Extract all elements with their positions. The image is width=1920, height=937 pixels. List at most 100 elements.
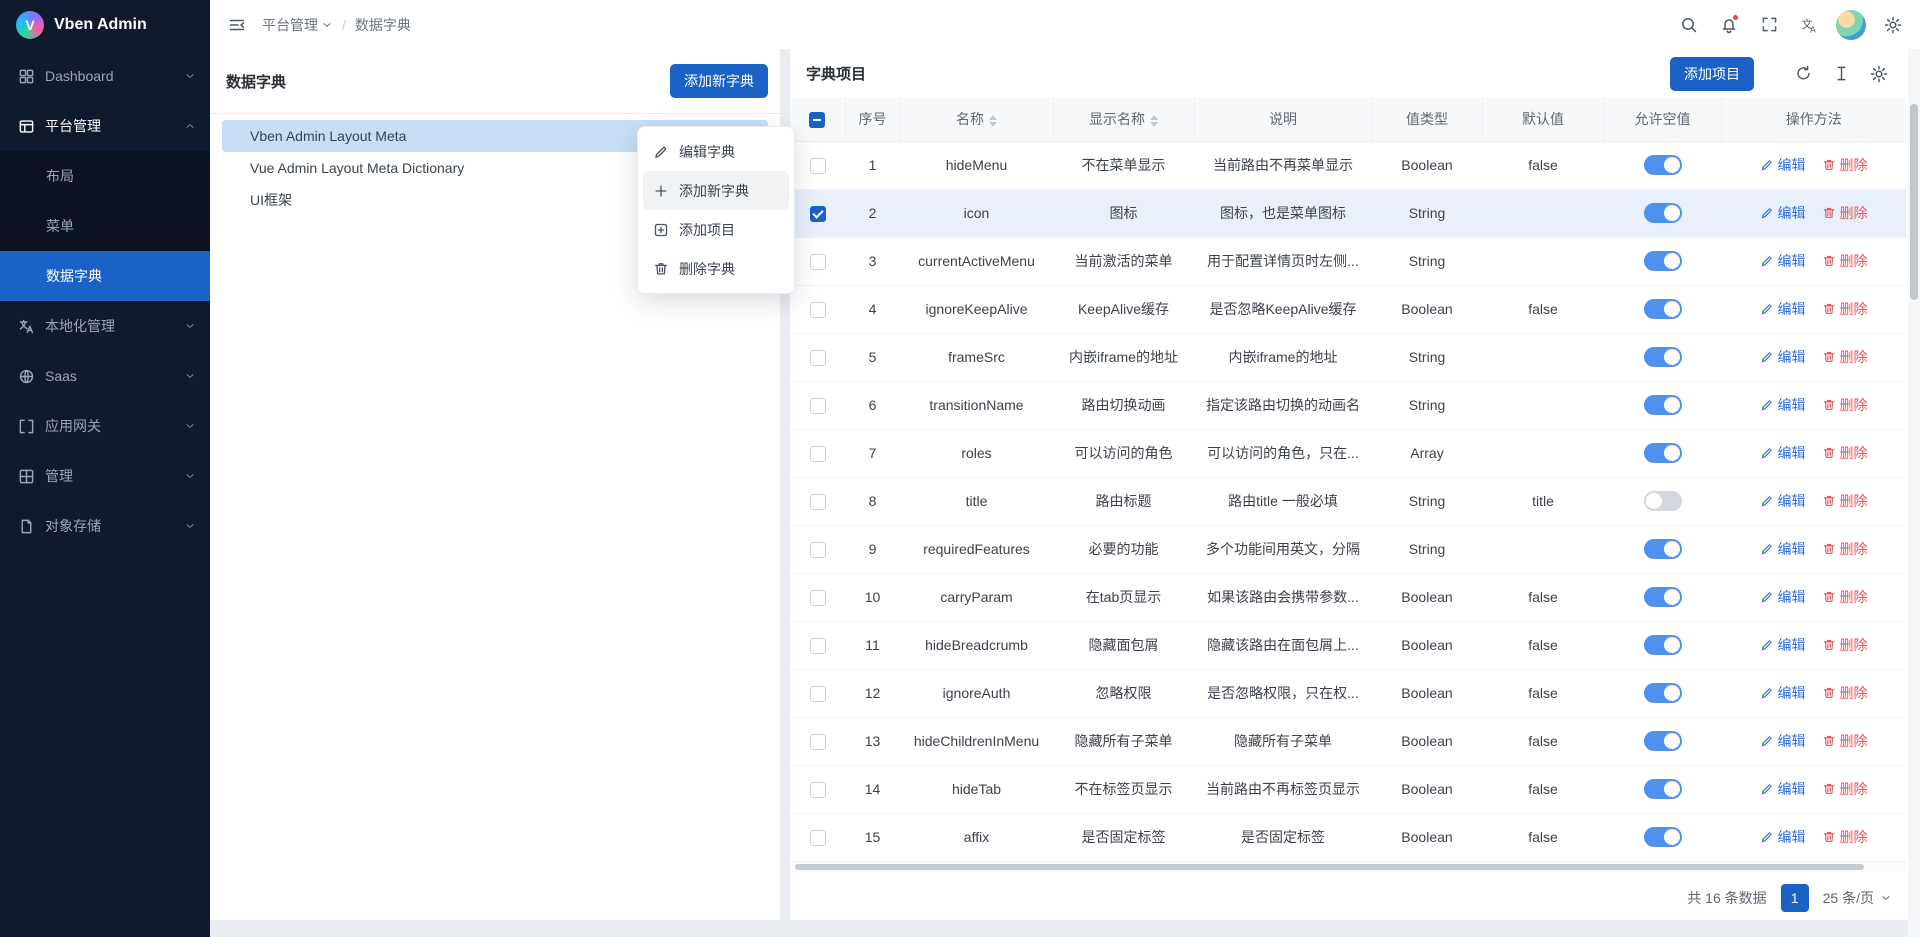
nullable-toggle[interactable] — [1644, 683, 1682, 703]
pagination-page-1[interactable]: 1 — [1781, 884, 1809, 912]
nullable-toggle[interactable] — [1644, 587, 1682, 607]
row-checkbox[interactable] — [810, 158, 826, 174]
settings-gear-icon[interactable] — [1876, 8, 1910, 42]
row-checkbox[interactable] — [810, 254, 826, 270]
edit-row-button[interactable]: 编辑 — [1760, 347, 1806, 367]
nullable-toggle[interactable] — [1644, 251, 1682, 271]
row-checkbox[interactable] — [810, 494, 826, 510]
sidebar-item-admin[interactable]: 管理 — [0, 451, 210, 501]
delete-row-button[interactable]: 删除 — [1822, 155, 1868, 175]
edit-row-button[interactable]: 编辑 — [1760, 443, 1806, 463]
nullable-toggle[interactable] — [1644, 827, 1682, 847]
edit-row-button[interactable]: 编辑 — [1760, 203, 1806, 223]
cell-display-name: 必要的功能 — [1053, 525, 1194, 573]
refresh-icon[interactable] — [1788, 59, 1818, 89]
row-height-icon[interactable] — [1826, 59, 1856, 89]
row-checkbox[interactable] — [810, 542, 826, 558]
delete-row-button[interactable]: 删除 — [1822, 539, 1868, 559]
edit-row-button[interactable]: 编辑 — [1760, 299, 1806, 319]
nullable-toggle[interactable] — [1644, 347, 1682, 367]
breadcrumb-item-platform[interactable]: 平台管理 — [262, 15, 333, 35]
delete-row-button[interactable]: 删除 — [1822, 203, 1868, 223]
edit-row-button[interactable]: 编辑 — [1760, 635, 1806, 655]
delete-row-button[interactable]: 删除 — [1822, 683, 1868, 703]
delete-row-button[interactable]: 删除 — [1822, 251, 1868, 271]
edit-row-button[interactable]: 编辑 — [1760, 395, 1806, 415]
context-menu-item-add-item[interactable]: 添加项目 — [643, 210, 789, 249]
avatar[interactable] — [1836, 10, 1866, 40]
horizontal-scrollbar[interactable] — [792, 862, 1906, 872]
nullable-toggle[interactable] — [1644, 635, 1682, 655]
delete-row-button[interactable]: 删除 — [1822, 827, 1868, 847]
nullable-toggle[interactable] — [1644, 443, 1682, 463]
row-checkbox[interactable] — [810, 638, 826, 654]
search-icon[interactable] — [1672, 8, 1706, 42]
sidebar-item-dashboard[interactable]: Dashboard — [0, 51, 210, 101]
row-checkbox[interactable] — [810, 446, 826, 462]
add-item-button[interactable]: 添加项目 — [1670, 57, 1754, 91]
sidebar-item-platform[interactable]: 平台管理 — [0, 101, 210, 151]
add-dict-button[interactable]: 添加新字典 — [670, 64, 768, 98]
page-size-select[interactable]: 25 条/页 — [1823, 888, 1892, 908]
row-checkbox[interactable] — [810, 350, 826, 366]
table-header-col[interactable]: 显示名称 — [1053, 98, 1194, 141]
delete-row-button[interactable]: 删除 — [1822, 299, 1868, 319]
edit-row-button[interactable]: 编辑 — [1760, 491, 1806, 511]
edit-row-button[interactable]: 编辑 — [1760, 539, 1806, 559]
sidebar-item-storage[interactable]: 对象存储 — [0, 501, 210, 551]
delete-row-button[interactable]: 删除 — [1822, 587, 1868, 607]
delete-row-button[interactable]: 删除 — [1822, 491, 1868, 511]
context-menu-item-delete-dict[interactable]: 删除字典 — [643, 249, 789, 288]
row-checkbox[interactable] — [810, 830, 826, 846]
vertical-scrollbar[interactable] — [1908, 49, 1920, 937]
table-header-col[interactable]: 名称 — [900, 98, 1053, 141]
row-checkbox[interactable] — [810, 686, 826, 702]
edit-row-button[interactable]: 编辑 — [1760, 251, 1806, 271]
sidebar-item-locale[interactable]: 本地化管理 — [0, 301, 210, 351]
nullable-toggle[interactable] — [1644, 539, 1682, 559]
settings-gear-icon[interactable] — [1864, 59, 1894, 89]
nullable-toggle[interactable] — [1644, 395, 1682, 415]
edit-row-button[interactable]: 编辑 — [1760, 683, 1806, 703]
edit-row-button[interactable]: 编辑 — [1760, 827, 1806, 847]
nullable-toggle[interactable] — [1644, 155, 1682, 175]
delete-row-button[interactable]: 删除 — [1822, 443, 1868, 463]
sidebar-item-gateway[interactable]: 应用网关 — [0, 401, 210, 451]
delete-row-button[interactable]: 删除 — [1822, 395, 1868, 415]
edit-row-button[interactable]: 编辑 — [1760, 587, 1806, 607]
sidebar-subitem-data-dict[interactable]: 数据字典 — [0, 251, 210, 301]
sort-carets-icon[interactable] — [989, 115, 997, 127]
row-checkbox[interactable] — [810, 398, 826, 414]
delete-row-button[interactable]: 删除 — [1822, 731, 1868, 751]
translate-icon[interactable]: 文A — [1792, 8, 1826, 42]
delete-row-button[interactable]: 删除 — [1822, 347, 1868, 367]
nullable-toggle[interactable] — [1644, 203, 1682, 223]
context-menu-item-edit-dict[interactable]: 编辑字典 — [643, 132, 789, 171]
nullable-toggle[interactable] — [1644, 779, 1682, 799]
row-checkbox[interactable] — [810, 734, 826, 750]
logo[interactable]: V Vben Admin — [0, 0, 210, 49]
row-checkbox[interactable] — [810, 302, 826, 318]
sidebar-subitem-layout[interactable]: 布局 — [0, 151, 210, 201]
sort-carets-icon[interactable] — [1150, 115, 1158, 127]
nullable-toggle[interactable] — [1644, 299, 1682, 319]
fullscreen-icon[interactable] — [1752, 8, 1786, 42]
context-menu-item-add-dict[interactable]: 添加新字典 — [643, 171, 789, 210]
row-checkbox[interactable] — [810, 206, 826, 222]
horizontal-scrollbar-thumb[interactable] — [795, 864, 1864, 870]
menu-fold-icon[interactable] — [220, 8, 254, 42]
edit-row-button[interactable]: 编辑 — [1760, 155, 1806, 175]
sidebar-subitem-menu[interactable]: 菜单 — [0, 201, 210, 251]
delete-row-button[interactable]: 删除 — [1822, 635, 1868, 655]
sidebar-item-saas[interactable]: Saas — [0, 351, 210, 401]
vertical-scrollbar-thumb[interactable] — [1910, 104, 1918, 300]
notification-bell-icon[interactable] — [1712, 8, 1746, 42]
edit-row-button[interactable]: 编辑 — [1760, 779, 1806, 799]
row-checkbox[interactable] — [810, 590, 826, 606]
select-all-checkbox[interactable] — [809, 112, 825, 128]
row-checkbox[interactable] — [810, 782, 826, 798]
nullable-toggle[interactable] — [1644, 491, 1682, 511]
delete-row-button[interactable]: 删除 — [1822, 779, 1868, 799]
edit-row-button[interactable]: 编辑 — [1760, 731, 1806, 751]
nullable-toggle[interactable] — [1644, 731, 1682, 751]
